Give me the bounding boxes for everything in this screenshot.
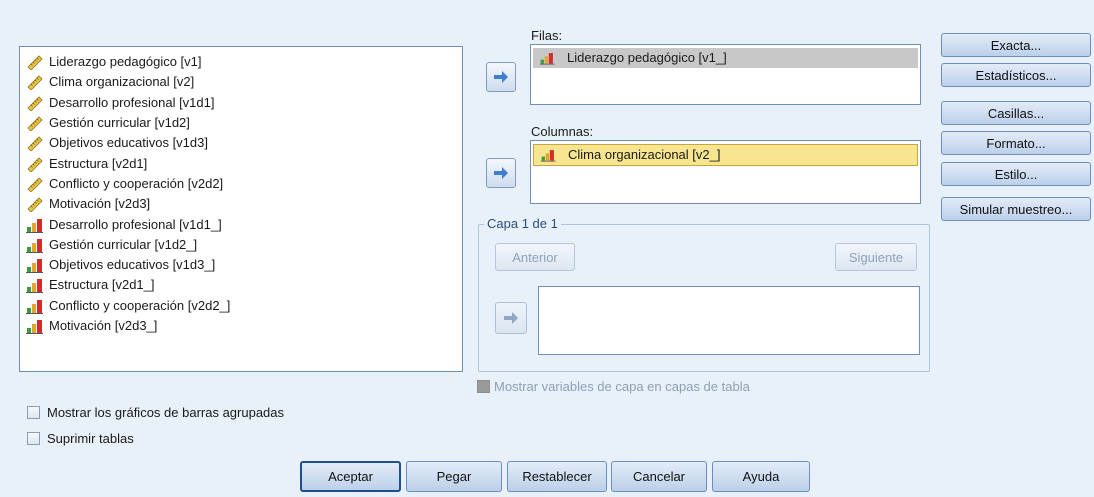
scale-ruler-icon [26,95,44,111]
cancel-button[interactable]: Cancelar [611,461,707,492]
columns-target-list[interactable]: Clima organizacional [v2_] [530,140,921,204]
suppress-tables-checkbox[interactable] [27,432,40,445]
rows-item-label: Liderazgo pedagógico [v1_] [567,50,727,65]
variable-list-item[interactable]: Objetivos educativos [v1d3] [20,133,462,153]
variable-list-item[interactable]: Gestión curricular [v1d2] [20,113,462,133]
ordinal-bars-icon [26,217,44,233]
style-button[interactable]: Estilo... [941,162,1091,186]
help-button[interactable]: Ayuda [712,461,810,492]
format-button[interactable]: Formato... [941,131,1091,155]
reset-button[interactable]: Restablecer [507,461,607,492]
next-layer-button[interactable]: Siguiente [835,243,917,271]
bootstrap-button[interactable]: Simular muestreo... [941,197,1091,221]
move-to-columns-button[interactable] [486,158,516,188]
variable-list-item[interactable]: Estructura [v2d1] [20,153,462,173]
rows-label: Filas: [531,28,563,43]
variable-label: Estructura [v2d1] [49,155,148,171]
clustered-bar-charts-checkbox[interactable] [27,406,40,419]
previous-layer-button[interactable]: Anterior [495,243,575,271]
variable-label: Motivación [v2d3] [49,196,151,212]
layer-title: Capa 1 de 1 [484,216,561,231]
arrow-right-icon [494,167,508,179]
variable-list-item[interactable]: Desarrollo profesional [v1d1_] [20,214,462,234]
variable-label: Objetivos educativos [v1d3] [49,135,208,151]
variable-list-item[interactable]: Motivación [v2d3_] [20,316,462,336]
ordinal-bars-icon [539,50,561,66]
columns-item-label: Clima organizacional [v2_] [568,147,721,162]
columns-label: Columnas: [531,124,594,139]
variable-list-item[interactable]: Liderazgo pedagógico [v1] [20,52,462,72]
scale-ruler-icon [26,74,44,91]
ordinal-bars-icon [26,257,44,274]
variable-label: Motivación [v2d3_] [49,318,158,333]
ordinal-bars-icon [26,237,44,253]
clustered-bar-charts-label: Mostrar los gráficos de barras agrupadas [47,405,285,420]
variable-list-item[interactable]: Estructura [v2d1_] [20,275,462,295]
variable-label: Objetivos educativos [v1d3_] [49,257,216,273]
variable-label: Desarrollo profesional [v1d1] [49,94,215,110]
rows-list-item[interactable]: Liderazgo pedagógico [v1_] [533,48,918,68]
variable-label: Conflicto y cooperación [v2d2] [49,175,224,191]
variable-label: Liderazgo pedagógico [v1] [49,54,202,70]
ordinal-bars-icon [26,298,44,314]
variable-label: Conflicto y cooperación [v2d2_] [49,297,231,313]
paste-button[interactable]: Pegar [406,461,502,492]
variable-label: Estructura [v2d1_] [49,277,155,293]
suppress-tables-label: Suprimir tablas [47,431,134,446]
variable-label: Gestión curricular [v1d2] [49,115,190,131]
variable-label: Clima organizacional [v2] [49,74,195,90]
variable-list-item[interactable]: Motivación [v2d3] [20,194,462,214]
move-to-layer-button[interactable] [495,302,527,334]
scale-ruler-icon [26,54,44,71]
show-layer-variables-label: Mostrar variables de capa en capas de ta… [494,379,750,394]
ordinal-bars-icon [26,277,44,294]
scale-ruler-icon [26,115,44,132]
scale-ruler-icon [26,196,44,213]
arrow-right-icon [494,71,508,83]
show-layer-variables-checkbox[interactable] [477,380,490,393]
columns-list-item[interactable]: Clima organizacional [v2_] [533,144,918,166]
scale-ruler-icon [26,135,44,152]
exact-button[interactable]: Exacta... [941,33,1091,57]
rows-target-list[interactable]: Liderazgo pedagógico [v1_] [530,44,921,105]
variable-label: Gestión curricular [v1d2_] [49,236,198,252]
variable-label: Desarrollo profesional [v1d1_] [49,216,222,232]
scale-ruler-icon [26,176,44,192]
variable-list-item[interactable]: Conflicto y cooperación [v2d2] [20,174,462,194]
arrow-right-icon [504,312,518,324]
variable-list-item[interactable]: Gestión curricular [v1d2_] [20,235,462,255]
layer-target-list[interactable] [538,286,920,355]
variable-list-item[interactable]: Conflicto y cooperación [v2d2_] [20,296,462,316]
ordinal-bars-icon [540,147,562,163]
source-variable-list[interactable]: Liderazgo pedagógico [v1] Clima organizac… [19,46,463,372]
ok-button[interactable]: Aceptar [300,461,401,492]
cells-button[interactable]: Casillas... [941,101,1091,125]
variable-list-item[interactable]: Objetivos educativos [v1d3_] [20,255,462,275]
ordinal-bars-icon [26,318,44,334]
statistics-button[interactable]: Estadísticos... [941,63,1091,87]
move-to-rows-button[interactable] [486,62,516,92]
scale-ruler-icon [26,156,44,172]
variable-list-item[interactable]: Desarrollo profesional [v1d1] [20,93,462,113]
variable-list-item[interactable]: Clima organizacional [v2] [20,72,462,92]
